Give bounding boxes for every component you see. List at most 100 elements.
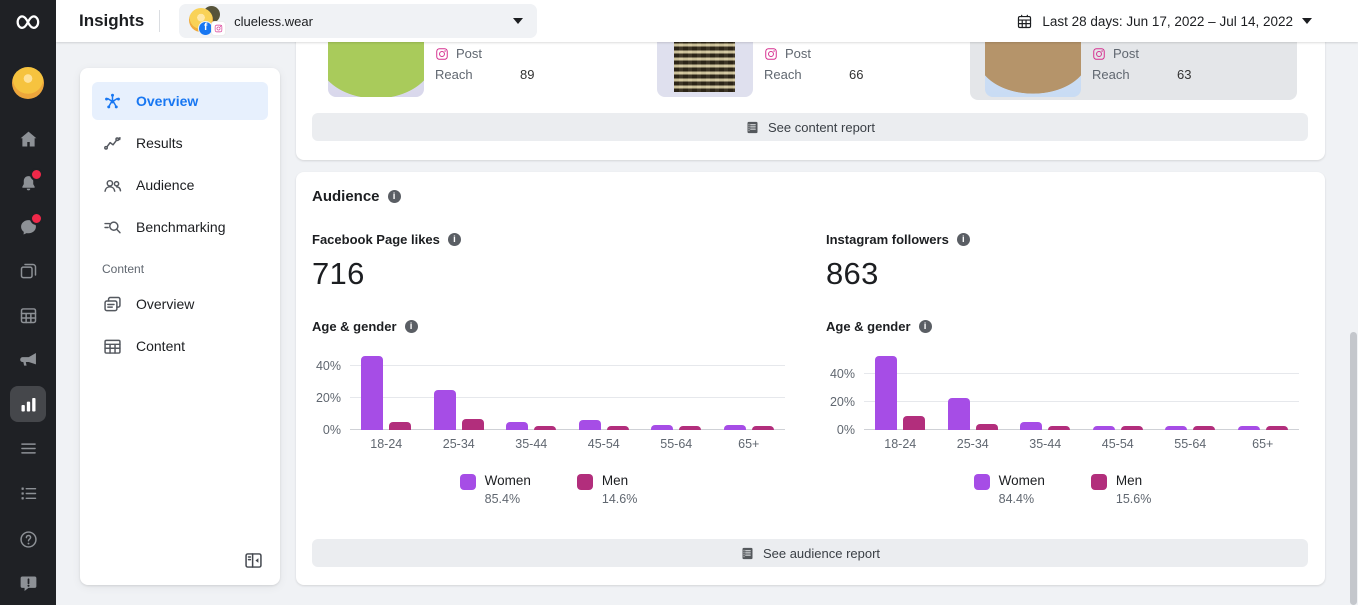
legend-swatch xyxy=(459,474,476,490)
meta-logo[interactable] xyxy=(0,6,56,38)
meta-business-suite-app: Insights clueless.wear Last 28 days: Jun… xyxy=(0,0,1358,605)
x-tick-label: 65+ xyxy=(1252,437,1274,451)
bar-women-25-34 xyxy=(433,390,456,430)
bar-men-45-54 xyxy=(1120,426,1143,430)
help-icon[interactable] xyxy=(10,521,46,557)
see-audience-report-button[interactable]: See audience report xyxy=(312,539,1308,567)
info-icon[interactable] xyxy=(387,190,401,203)
sidebar-item-overview[interactable]: Overview xyxy=(92,82,268,120)
legend-label: Women xyxy=(484,473,531,488)
post-type-label: Post xyxy=(456,46,483,61)
app-rail xyxy=(0,0,56,605)
info-icon[interactable] xyxy=(404,320,418,333)
instagram-icon xyxy=(435,47,449,61)
bar-women-18-24 xyxy=(875,356,898,430)
sidebar-item-label: Benchmarking xyxy=(136,219,226,235)
sidebar-item-content[interactable]: Content xyxy=(92,327,268,365)
bar-women-65+ xyxy=(1237,426,1260,430)
reach-value: 66 xyxy=(849,67,864,82)
reach-label: Reach xyxy=(1092,67,1130,82)
bar-group-55-64 xyxy=(1165,426,1216,430)
bar-group-35-44 xyxy=(1020,422,1071,430)
legend-item-men: Men 14.6% xyxy=(576,473,637,506)
bar-group-55-64 xyxy=(651,425,702,430)
reach-value: 63 xyxy=(1177,67,1192,82)
more-tools-icon[interactable] xyxy=(10,430,46,466)
overview-hub-icon xyxy=(102,91,123,112)
notification-badge xyxy=(30,168,43,181)
audience-section-title: Audience xyxy=(312,188,401,205)
chevron-down-icon xyxy=(1302,18,1312,24)
home-icon[interactable] xyxy=(10,121,46,157)
date-range-selector[interactable]: Last 28 days: Jun 17, 2022 – Jul 14, 202… xyxy=(1016,13,1312,30)
messages-icon[interactable] xyxy=(10,209,46,245)
bar-group-25-34 xyxy=(433,390,484,430)
y-tick-label: 40% xyxy=(829,367,855,381)
instagram-followers-value: 863 xyxy=(826,256,879,291)
bar-group-65+ xyxy=(1237,426,1288,430)
bar-women-55-64 xyxy=(651,425,674,430)
scrollbar-thumb[interactable] xyxy=(1350,332,1357,605)
x-tick-label: 25-34 xyxy=(956,437,989,451)
content-table-icon xyxy=(102,336,123,357)
facebook-audience-column: Facebook Page likes 716 Age & gender 0% 2… xyxy=(312,232,785,506)
sidebar-item-label: Overview xyxy=(136,296,195,312)
x-tick-label: 65+ xyxy=(738,437,760,451)
account-name: clueless.wear xyxy=(234,13,313,29)
bar-women-18-24 xyxy=(361,356,384,430)
legend-label: Women xyxy=(998,473,1045,488)
bar-groups xyxy=(864,350,1299,430)
post-type-row: Post xyxy=(435,46,482,61)
info-icon[interactable] xyxy=(447,233,461,246)
facebook-age-gender-chart: 0% 20% 40% 18-24 25-34 35-44 45-54 55-64 65+ Wome… xyxy=(312,350,785,506)
collapse-sidebar-icon[interactable] xyxy=(243,550,264,571)
post-type-row: Post xyxy=(1092,46,1139,61)
bar-men-65+ xyxy=(751,426,774,430)
x-tick-label: 18-24 xyxy=(370,437,403,451)
see-content-report-button[interactable]: See content report xyxy=(312,113,1308,141)
content-overview-icon xyxy=(102,294,123,315)
sidebar-item-label: Results xyxy=(136,135,183,151)
profile-avatar[interactable] xyxy=(12,67,44,99)
notifications-icon[interactable] xyxy=(10,165,46,201)
chart-legend: Women 84.4% Men 15.6% xyxy=(826,473,1299,506)
age-gender-label: Age & gender xyxy=(826,319,1299,334)
insights-icon[interactable] xyxy=(10,386,46,422)
info-icon[interactable] xyxy=(918,320,932,333)
y-tick-label: 20% xyxy=(315,391,341,405)
sidebar-item-benchmarking[interactable]: Benchmarking xyxy=(92,208,268,246)
legend-label: Men xyxy=(601,473,629,488)
chart-plot-area xyxy=(350,350,785,430)
age-gender-bar-chart: 0% 20% 40% 18-24 25-34 35-44 45-54 55-64 65+ Wome… xyxy=(826,350,1299,506)
bar-men-45-54 xyxy=(606,426,629,430)
info-icon[interactable] xyxy=(956,233,970,246)
legend-share-value: 85.4% xyxy=(484,492,521,506)
bar-men-55-64 xyxy=(679,426,702,430)
bar-group-45-54 xyxy=(1092,426,1143,430)
account-selector[interactable]: clueless.wear xyxy=(179,4,538,38)
legend-label: Men xyxy=(1115,473,1143,488)
y-axis-labels: 0% 20% 40% xyxy=(826,350,864,437)
bar-men-25-34 xyxy=(975,424,998,430)
posts-icon[interactable] xyxy=(10,253,46,289)
audience-panel: Audience Facebook Page likes 716 Age & g… xyxy=(296,172,1325,585)
bar-group-25-34 xyxy=(947,398,998,430)
x-tick-label: 55-64 xyxy=(1174,437,1207,451)
bar-group-35-44 xyxy=(506,422,557,430)
sidebar-item-audience[interactable]: Audience xyxy=(92,166,268,204)
post-type-label: Post xyxy=(1113,46,1140,61)
bar-women-35-44 xyxy=(506,422,529,430)
bar-women-45-54 xyxy=(1092,426,1115,430)
reach-label: Reach xyxy=(764,67,802,82)
benchmarking-icon xyxy=(102,217,123,238)
planner-icon[interactable] xyxy=(10,297,46,333)
bar-group-18-24 xyxy=(875,356,926,430)
chart-legend: Women 85.4% Men 14.6% xyxy=(312,473,785,506)
sidebar-item-results[interactable]: Results xyxy=(92,124,268,162)
ads-icon[interactable] xyxy=(10,341,46,377)
feedback-icon[interactable] xyxy=(10,565,46,601)
sidebar-item-overview[interactable]: Overview xyxy=(92,285,268,323)
topbar: Insights clueless.wear Last 28 days: Jun… xyxy=(56,0,1358,42)
insights-sidebar: Overview Results Audience Benchmarking Cont… xyxy=(80,68,280,585)
tasks-icon[interactable] xyxy=(10,475,46,511)
